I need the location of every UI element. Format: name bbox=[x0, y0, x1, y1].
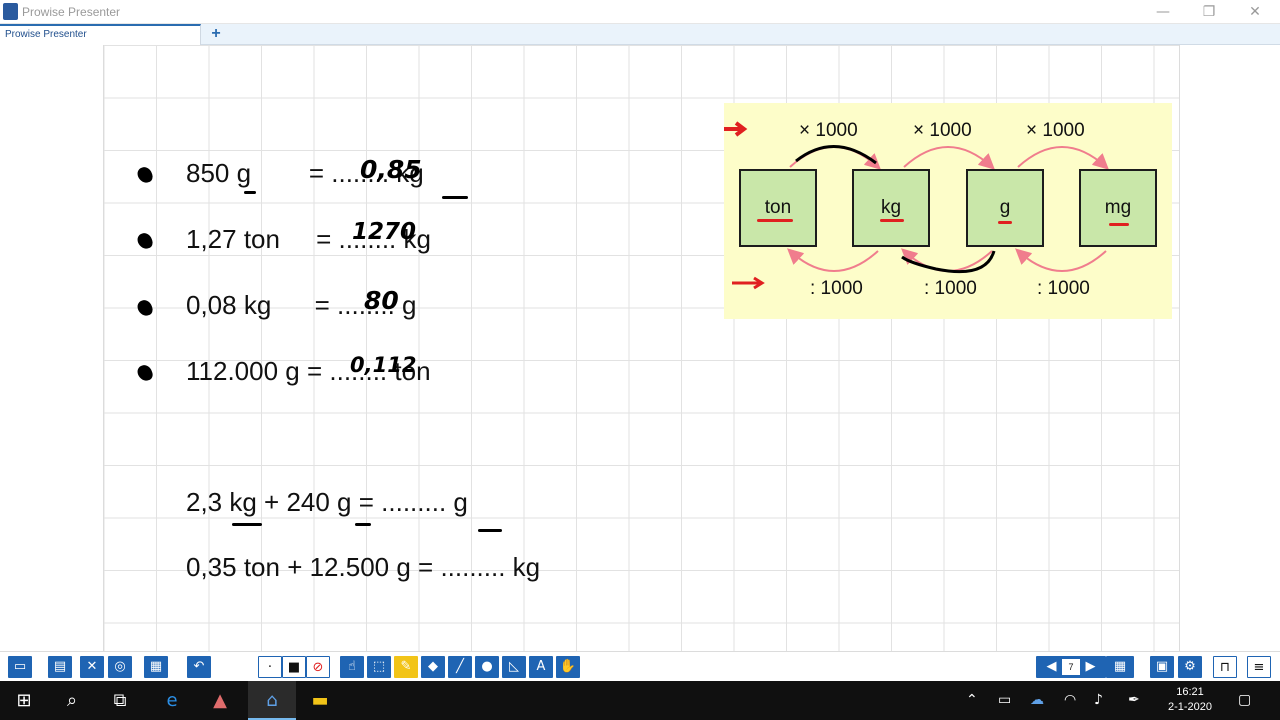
minimize-button[interactable]: — bbox=[1140, 2, 1186, 22]
sum-line: 0,35 ton + 12.500 g = ......... kg bbox=[186, 552, 541, 582]
underline-mark bbox=[478, 529, 502, 532]
unit-box-g: g bbox=[966, 169, 1044, 247]
page-overview-icon[interactable]: ▦ bbox=[1106, 656, 1134, 678]
file-explorer-icon[interactable]: ▬ bbox=[296, 681, 344, 720]
undo-icon[interactable]: ↶ bbox=[187, 656, 211, 678]
shape-icon[interactable]: ● bbox=[475, 656, 499, 678]
multiply-label: × 1000 bbox=[913, 120, 972, 141]
marker-underline bbox=[998, 221, 1012, 224]
clock-time: 16:21 bbox=[1176, 686, 1204, 698]
paint-icon[interactable]: ▲ bbox=[196, 681, 244, 720]
sum-line: 2,3 kg + 240 g = ......... g bbox=[186, 487, 468, 517]
taskbar-clock[interactable]: 16:21 2-1-2020 bbox=[1160, 685, 1220, 715]
eraser-icon[interactable]: ◆ bbox=[421, 656, 445, 678]
page-number: 7 bbox=[1062, 659, 1080, 675]
search-icon[interactable]: ⌕ bbox=[48, 681, 96, 720]
presenter-toolbar: ▭ ▤ ✕ ◎ ▦ ↶ · ■ ⊘ ☝ ⬚ ✎ ◆ ╱ ● ◺ A ✋ ◀ ▶ … bbox=[0, 651, 1280, 681]
divide-label: : 1000 bbox=[924, 278, 977, 299]
handwritten-answer: 0,112 bbox=[350, 353, 417, 377]
close-button[interactable]: ✕ bbox=[1232, 2, 1278, 22]
unit-conversion-diagram: × 1000 × 1000 × 1000 ton kg g mg : 1000 … bbox=[724, 103, 1172, 319]
select-icon[interactable]: ⬚ bbox=[367, 656, 391, 678]
title-bar: Prowise Presenter — ❐ ✕ bbox=[0, 0, 1280, 24]
volume-icon[interactable]: ♪ bbox=[1094, 692, 1103, 708]
underline-mark bbox=[355, 523, 371, 526]
menu-icon[interactable]: ≡ bbox=[1247, 656, 1271, 678]
marker-underline bbox=[1109, 223, 1129, 226]
text-icon[interactable]: A bbox=[529, 656, 553, 678]
pen-settings-icon[interactable]: ✒ bbox=[1128, 692, 1140, 708]
pen-thin-icon[interactable]: · bbox=[258, 656, 282, 678]
windows-taskbar: ⊞ ⌕ ⧉ e ▲ ⌂ ▬ ⌃ ▭ ☁ ◠ ♪ ✒ 16:21 2-1-2020… bbox=[0, 681, 1280, 720]
clock-date: 2-1-2020 bbox=[1167, 701, 1213, 713]
divide-label: : 1000 bbox=[810, 278, 863, 299]
ruler-icon[interactable]: ◺ bbox=[502, 656, 526, 678]
edge-browser-icon[interactable]: e bbox=[148, 681, 196, 720]
underline-mark bbox=[232, 523, 262, 526]
no-fill-icon[interactable]: ⊘ bbox=[306, 656, 330, 678]
restore-button[interactable]: ❐ bbox=[1186, 2, 1232, 22]
folder-icon[interactable]: ▭ bbox=[8, 656, 32, 678]
unit-box-mg: mg bbox=[1079, 169, 1157, 247]
gear-icon[interactable]: ⚙ bbox=[1178, 656, 1202, 678]
multiply-label: × 1000 bbox=[799, 120, 858, 141]
unit-label: g bbox=[999, 197, 1011, 218]
pages-icon[interactable]: ▦ bbox=[144, 656, 168, 678]
marker-underline bbox=[757, 219, 793, 222]
windows-start-icon[interactable]: ⊞ bbox=[0, 681, 48, 720]
wifi-icon[interactable]: ◠ bbox=[1064, 692, 1076, 708]
prowise-taskbar-icon[interactable]: ⌂ bbox=[248, 681, 296, 720]
handwritten-answer: 0,85 bbox=[360, 155, 422, 184]
zoom-icon[interactable]: ◎ bbox=[108, 656, 132, 678]
handwritten-answer: 80 bbox=[364, 286, 399, 315]
unit-box-kg: kg bbox=[852, 169, 930, 247]
add-tab-button[interactable]: + bbox=[207, 24, 225, 44]
window-title: Prowise Presenter bbox=[22, 5, 121, 19]
presenter-mode-icon[interactable]: ⊓ bbox=[1213, 656, 1237, 678]
tools-icon[interactable]: ✕ bbox=[80, 656, 104, 678]
whiteboard-canvas[interactable]: 850 g = ........ kg 0,85 1,27 ton = ....… bbox=[0, 45, 1280, 651]
unit-box-ton: ton bbox=[739, 169, 817, 247]
marker-underline bbox=[880, 219, 904, 222]
prowise-app-icon bbox=[3, 3, 18, 20]
battery-icon[interactable]: ▭ bbox=[998, 692, 1011, 708]
unit-label: mg bbox=[1104, 197, 1132, 218]
underline-mark bbox=[244, 191, 256, 194]
underline-mark bbox=[442, 196, 468, 199]
unit-label: ton bbox=[764, 197, 792, 218]
task-view-icon[interactable]: ⧉ bbox=[96, 681, 144, 720]
tab-bar: Prowise Presenter + bbox=[0, 24, 1280, 45]
divide-label: : 1000 bbox=[1037, 278, 1090, 299]
hand-icon[interactable]: ✋ bbox=[556, 656, 580, 678]
tab-prowise-presenter[interactable]: Prowise Presenter bbox=[0, 24, 201, 45]
notifications-icon[interactable]: ▢ bbox=[1238, 692, 1251, 708]
onedrive-icon[interactable]: ☁ bbox=[1030, 692, 1044, 708]
handwritten-answer: 1270 bbox=[352, 219, 417, 245]
pen-thick-icon[interactable]: ■ bbox=[282, 656, 306, 678]
pencil-icon[interactable]: ✎ bbox=[394, 656, 418, 678]
media-icon[interactable]: ▤ bbox=[48, 656, 72, 678]
multiply-label: × 1000 bbox=[1026, 120, 1085, 141]
pointer-icon[interactable]: ☝ bbox=[340, 656, 364, 678]
unit-label: kg bbox=[880, 197, 902, 218]
chevron-up-icon[interactable]: ⌃ bbox=[966, 692, 978, 708]
line-icon[interactable]: ╱ bbox=[448, 656, 472, 678]
screen-icon[interactable]: ▣ bbox=[1150, 656, 1174, 678]
